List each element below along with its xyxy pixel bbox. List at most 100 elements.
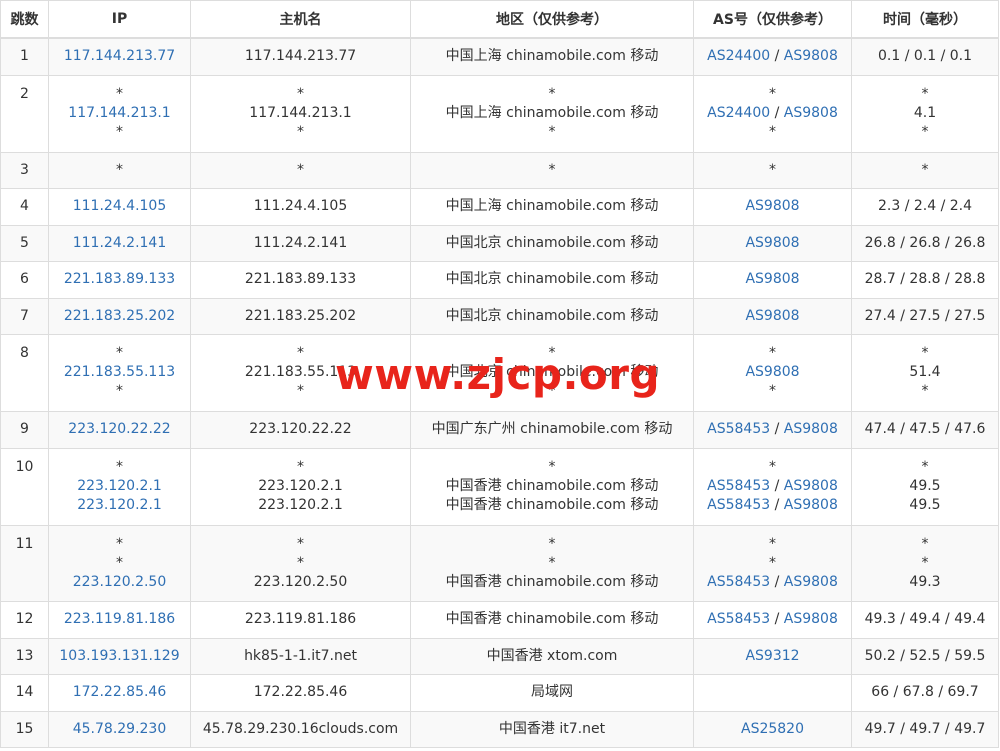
- as-line: *: [694, 161, 851, 180]
- ip-cell: * 221.183.55.113 *: [48, 333, 191, 412]
- table-row: 8 * 221.183.55.113 * * 221.183.55.113 * * 中国北京 c…: [0, 333, 999, 412]
- ip-value[interactable]: 172.22.85.46: [49, 683, 190, 702]
- as-link[interactable]: AS9808: [745, 271, 799, 287]
- region-cell: 中国北京 chinamobile.com 移动: [410, 260, 694, 299]
- ip-value[interactable]: 221.183.89.133: [49, 270, 190, 289]
- as-cell: AS9808: [693, 187, 852, 226]
- as-link[interactable]: AS9808: [745, 364, 799, 380]
- as-link[interactable]: AS58453: [707, 611, 770, 627]
- ip-value[interactable]: 221.183.25.202: [49, 307, 190, 326]
- ip-value[interactable]: 117.144.213.1: [49, 104, 190, 123]
- as-link[interactable]: AS9808: [784, 421, 838, 437]
- hostname-cell: 223.120.22.22: [190, 410, 411, 449]
- as-cell: * AS58453 / AS9808 AS58453 / AS9808: [693, 447, 852, 526]
- as-link[interactable]: AS58453: [707, 574, 770, 590]
- ip-value[interactable]: 111.24.4.105: [49, 197, 190, 216]
- as-separator: /: [770, 105, 784, 121]
- as-value: *: [769, 554, 776, 571]
- region-value: 中国广东广州 chinamobile.com 移动: [431, 421, 673, 437]
- ip-cell: 221.183.89.133: [48, 260, 191, 299]
- time-cell: * 49.5 49.5: [851, 447, 999, 526]
- time-cell: *: [851, 151, 999, 189]
- time-value: *: [921, 383, 929, 399]
- ip-cell: 221.183.25.202: [48, 297, 191, 335]
- hop-cell: 12: [0, 600, 49, 639]
- region-value: *: [548, 345, 556, 361]
- as-link[interactable]: AS9808: [784, 611, 838, 627]
- time-cell: 2.3 / 2.4 / 2.4: [851, 187, 999, 226]
- as-link[interactable]: AS25820: [741, 721, 804, 737]
- as-link[interactable]: AS9808: [745, 198, 799, 214]
- ip-value[interactable]: 111.24.2.141: [49, 234, 190, 253]
- as-link[interactable]: AS9808: [784, 48, 838, 64]
- table-header-row: 跳数 IP 主机名 地区（仅供参考） AS号（仅供参考） 时间（毫秒）: [0, 0, 999, 39]
- table-row: 9 223.120.22.22 223.120.22.22 中国广东广州 chinam…: [0, 410, 999, 449]
- as-link[interactable]: AS9808: [745, 308, 799, 324]
- as-link[interactable]: AS58453: [707, 478, 770, 494]
- as-cell: [693, 673, 852, 712]
- region-value: *: [548, 535, 556, 552]
- as-separator: /: [770, 497, 784, 513]
- hostname-cell: 45.78.29.230.16clouds.com: [190, 710, 411, 748]
- as-line: AS58453 / AS9808: [694, 477, 851, 496]
- as-link[interactable]: AS9808: [784, 574, 838, 590]
- as-link[interactable]: AS58453: [707, 421, 770, 437]
- hostname-value: 45.78.29.230.16clouds.com: [202, 720, 399, 737]
- hostname-value: *: [297, 554, 304, 571]
- hostname-cell: 117.144.213.77: [190, 37, 411, 76]
- region-value: 中国北京 chinamobile.com 移动: [445, 364, 659, 380]
- ip-value[interactable]: 223.120.2.1: [49, 496, 190, 515]
- ip-cell: *: [48, 151, 191, 189]
- region-value: 中国香港 chinamobile.com 移动: [445, 478, 659, 494]
- as-link[interactable]: AS24400: [707, 48, 770, 64]
- as-cell: * AS24400 / AS9808 *: [693, 74, 852, 153]
- table-row: 10 * 223.120.2.1 223.120.2.1 * 223.120.2.1 223…: [0, 447, 999, 526]
- as-link[interactable]: AS9312: [745, 648, 799, 664]
- region-cell: 中国香港 xtom.com: [410, 637, 694, 675]
- as-line: AS25820: [694, 720, 851, 739]
- time-cell: 50.2 / 52.5 / 59.5: [851, 637, 999, 675]
- as-cell: AS9808: [693, 297, 852, 335]
- region-value: *: [548, 124, 556, 140]
- time-cell: * 4.1 *: [851, 74, 999, 153]
- time-value: 49.5: [909, 497, 941, 513]
- header-as: AS号（仅供参考）: [693, 0, 852, 39]
- time-value: *: [921, 459, 929, 475]
- region-cell: 中国上海 chinamobile.com 移动: [410, 187, 694, 226]
- traceroute-table: 跳数 IP 主机名 地区（仅供参考） AS号（仅供参考） 时间（毫秒） 1 117…: [0, 0, 999, 748]
- as-line: AS58453 / AS9808: [694, 573, 851, 592]
- ip-value[interactable]: 223.120.2.50: [49, 573, 190, 592]
- ip-value[interactable]: 117.144.213.77: [49, 47, 190, 66]
- as-separator: /: [770, 611, 784, 627]
- as-line: *: [694, 554, 851, 573]
- ip-value[interactable]: 223.120.2.1: [49, 477, 190, 496]
- ip-value[interactable]: 223.119.81.186: [49, 610, 190, 629]
- time-value: 49.3 / 49.4 / 49.4: [864, 611, 986, 627]
- as-separator: /: [770, 48, 784, 65]
- ip-value[interactable]: 223.120.22.22: [49, 420, 190, 439]
- region-cell: 中国北京 chinamobile.com 移动: [410, 224, 694, 262]
- time-value: 49.7 / 49.7 / 49.7: [864, 720, 986, 737]
- hostname-cell: * * 223.120.2.50: [190, 524, 411, 602]
- ip-value[interactable]: 103.193.131.129: [49, 647, 190, 666]
- hostname-cell: 221.183.25.202: [190, 297, 411, 335]
- hostname-value: *: [297, 459, 304, 475]
- ip-value: *: [116, 554, 123, 571]
- as-link[interactable]: AS9808: [784, 497, 838, 513]
- as-link[interactable]: AS9808: [745, 235, 799, 251]
- time-value: 0.1 / 0.1 / 0.1: [877, 48, 973, 65]
- time-cell: 49.7 / 49.7 / 49.7: [851, 710, 999, 748]
- as-link[interactable]: AS24400: [707, 105, 770, 121]
- as-cell: * * AS58453 / AS9808: [693, 524, 852, 602]
- time-value: *: [921, 554, 929, 571]
- as-line: AS58453 / AS9808: [694, 610, 851, 629]
- as-link[interactable]: AS9808: [784, 105, 838, 121]
- hostname-cell: *: [190, 151, 411, 189]
- as-line: AS9808: [694, 363, 851, 382]
- as-link[interactable]: AS58453: [707, 497, 770, 513]
- ip-value[interactable]: 221.183.55.113: [49, 363, 190, 382]
- ip-value[interactable]: 45.78.29.230: [49, 720, 190, 739]
- as-line: AS9808: [694, 270, 851, 289]
- region-value: *: [548, 383, 556, 399]
- as-link[interactable]: AS9808: [784, 478, 838, 494]
